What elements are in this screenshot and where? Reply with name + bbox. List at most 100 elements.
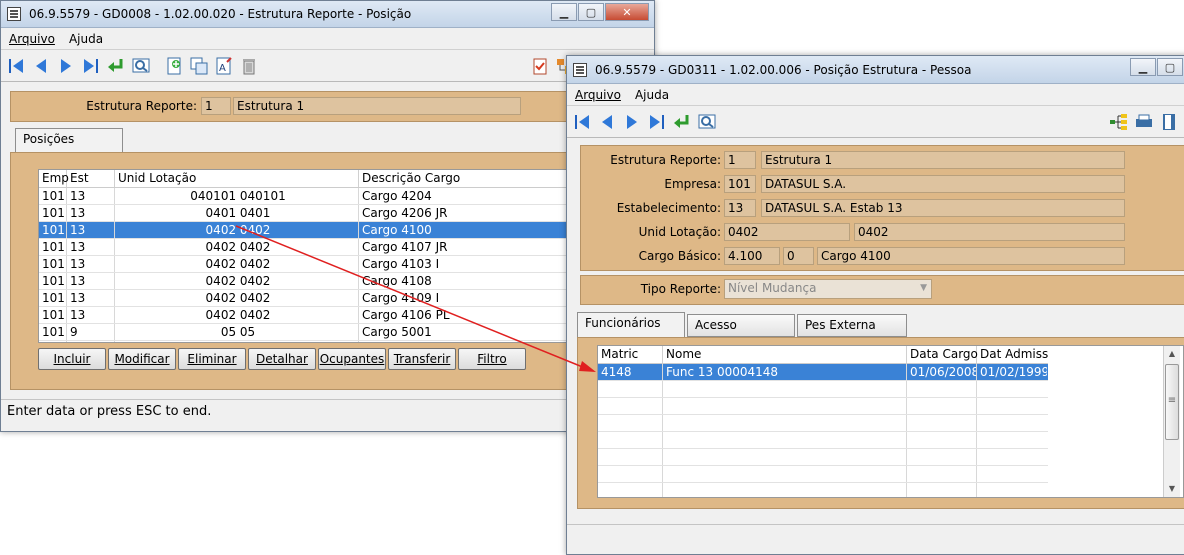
table-row[interactable]: 101 13 0402 0402 Cargo 4109 I: [39, 290, 645, 307]
tab-posicoes[interactable]: Posições: [15, 128, 123, 153]
maximize-button[interactable]: ▢: [1157, 58, 1183, 76]
menu-ajuda[interactable]: Ajuda: [635, 88, 669, 102]
minimize-button[interactable]: ▁: [551, 3, 577, 21]
window-1-titlebar[interactable]: 06.9.5579 - GD0008 - 1.02.00.020 - Estru…: [1, 1, 654, 28]
table-row[interactable]: 4148 Func 13 00004148 01/06/2008 01/02/1999: [598, 364, 1048, 381]
table-cell: 101: [39, 307, 67, 323]
edit-text-icon[interactable]: A: [213, 55, 235, 77]
table-cell: 0402 0402: [115, 307, 359, 323]
estrutura-desc-field[interactable]: Estrutura 1: [761, 151, 1125, 169]
table-row[interactable]: 101 13 0401 0401 Cargo 4206 JR: [39, 205, 645, 222]
go-to-icon[interactable]: [671, 111, 693, 133]
table-row[interactable]: 101 13 0402 0402 Cargo 4108: [39, 273, 645, 290]
next-record-icon[interactable]: [55, 55, 77, 77]
table-cell: 13: [67, 290, 115, 306]
window-1-status-bar: Enter data or press ESC to end.: [1, 399, 654, 425]
search-icon[interactable]: [130, 55, 152, 77]
last-record-icon[interactable]: [80, 55, 102, 77]
table-cell: [598, 415, 663, 431]
table-row-empty: [39, 341, 645, 342]
transferir-button-label: Transferir: [393, 352, 451, 366]
table-cell: 13: [67, 256, 115, 272]
scroll-up-icon[interactable]: ▲: [1164, 346, 1180, 362]
close-button[interactable]: ✕: [605, 3, 649, 21]
table-row[interactable]: 101 13 0402 0402 Cargo 4103 I: [39, 256, 645, 273]
scroll-thumb[interactable]: ≡: [1165, 364, 1179, 440]
col-dat-admiss[interactable]: Dat Admiss: [977, 346, 1048, 363]
table-row[interactable]: 101 13 0402 0402 Cargo 4107 JR: [39, 239, 645, 256]
col-matric[interactable]: Matric: [598, 346, 663, 363]
table-cell: [663, 449, 907, 465]
previous-record-icon[interactable]: [596, 111, 618, 133]
table-row[interactable]: 101 13 040101 040101 Cargo 4204: [39, 188, 645, 205]
col-unid-lotacao[interactable]: Unid Lotação: [115, 170, 359, 187]
delete-trash-icon[interactable]: [238, 55, 260, 77]
hierarchy-yellow-icon[interactable]: [1108, 111, 1130, 133]
cargo-basico-field-a[interactable]: 4.100: [724, 247, 780, 265]
funcionarios-grid[interactable]: Matric Nome Data Cargo Dat Admiss 4148 Fu…: [597, 345, 1049, 498]
tab-funcionarios[interactable]: Funcionários: [577, 312, 685, 337]
clipboard-check-icon[interactable]: [529, 55, 551, 77]
last-record-icon[interactable]: [646, 111, 668, 133]
first-record-icon[interactable]: [571, 111, 593, 133]
filtro-button[interactable]: Filtro: [458, 348, 526, 370]
exit-door-icon[interactable]: [1158, 111, 1180, 133]
menu-arquivo[interactable]: Arquivo: [575, 88, 621, 102]
empresa-code-field[interactable]: 101: [724, 175, 756, 193]
table-cell: 101: [39, 273, 67, 289]
funcionarios-scrollbar[interactable]: ▲ ≡ ▼: [1163, 346, 1180, 497]
col-nome[interactable]: Nome: [663, 346, 907, 363]
modificar-button[interactable]: Modificar: [108, 348, 176, 370]
menu-ajuda[interactable]: Ajuda: [69, 32, 103, 46]
estrutura-code-field[interactable]: 1: [201, 97, 231, 115]
table-row-empty: [598, 483, 1048, 497]
col-est[interactable]: Est: [67, 170, 115, 187]
col-emp[interactable]: Emp: [39, 170, 69, 187]
table-cell: [663, 398, 907, 414]
table-row-empty: [598, 449, 1048, 466]
unid-lotacao-field-a[interactable]: 0402: [724, 223, 850, 241]
maximize-button[interactable]: ▢: [578, 3, 604, 21]
incluir-button[interactable]: Incluir: [38, 348, 106, 370]
tab-acesso[interactable]: Acesso: [687, 314, 795, 337]
tipo-reporte-select[interactable]: Nível Mudança ▼: [724, 279, 932, 299]
estab-code-field[interactable]: 13: [724, 199, 756, 217]
unid-lotacao-field-b[interactable]: 0402: [854, 223, 1125, 241]
cargo-basico-field-b[interactable]: 0: [783, 247, 814, 265]
col-data-cargo[interactable]: Data Cargo: [907, 346, 978, 363]
first-record-icon[interactable]: [5, 55, 27, 77]
table-row[interactable]: 101 9 05 05 Cargo 5001: [39, 324, 645, 341]
menu-arquivo[interactable]: Arquivo: [9, 32, 55, 46]
estrutura-desc-field[interactable]: Estrutura 1: [233, 97, 521, 115]
estab-desc-field[interactable]: DATASUL S.A. Estab 13: [761, 199, 1125, 217]
search-icon[interactable]: [696, 111, 718, 133]
copy-icon[interactable]: [188, 55, 210, 77]
transferir-button[interactable]: Transferir: [388, 348, 456, 370]
table-row[interactable]: 101 13 0402 0402 Cargo 4106 PL: [39, 307, 645, 324]
next-record-icon[interactable]: [621, 111, 643, 133]
table-cell: 0401 0401: [115, 205, 359, 221]
window-2-titlebar[interactable]: 06.9.5579 - GD0311 - 1.02.00.006 - Posiç…: [567, 56, 1184, 84]
minimize-button[interactable]: ▁: [1130, 58, 1156, 76]
ocupantes-button[interactable]: Ocupantes: [318, 348, 386, 370]
chevron-down-icon: ▼: [920, 283, 927, 293]
print-icon[interactable]: [1133, 111, 1155, 133]
table-cell: 01/06/2008: [907, 364, 977, 380]
eliminar-button[interactable]: Eliminar: [178, 348, 246, 370]
detalhar-button[interactable]: Detalhar: [248, 348, 316, 370]
estrutura-reporte-label: Estrutura Reporte:: [86, 99, 197, 113]
cargo-desc-field[interactable]: Cargo 4100: [817, 247, 1125, 265]
table-cell: 4148: [598, 364, 663, 380]
empresa-desc-field[interactable]: DATASUL S.A.: [761, 175, 1125, 193]
window-1-menubar: Arquivo Ajuda: [1, 28, 654, 49]
table-cell: [663, 483, 907, 497]
table-row[interactable]: 101 13 0402 0402 Cargo 4100: [39, 222, 645, 239]
new-document-icon[interactable]: [163, 55, 185, 77]
tab-pes-externa[interactable]: Pes Externa: [797, 314, 907, 337]
previous-record-icon[interactable]: [30, 55, 52, 77]
estrutura-code-field[interactable]: 1: [724, 151, 756, 169]
app-icon: [7, 7, 21, 21]
scroll-down-icon[interactable]: ▼: [1164, 481, 1180, 497]
posicoes-grid[interactable]: Emp Est Unid Lotação Descrição Cargo 101…: [38, 169, 646, 343]
go-to-icon[interactable]: [105, 55, 127, 77]
